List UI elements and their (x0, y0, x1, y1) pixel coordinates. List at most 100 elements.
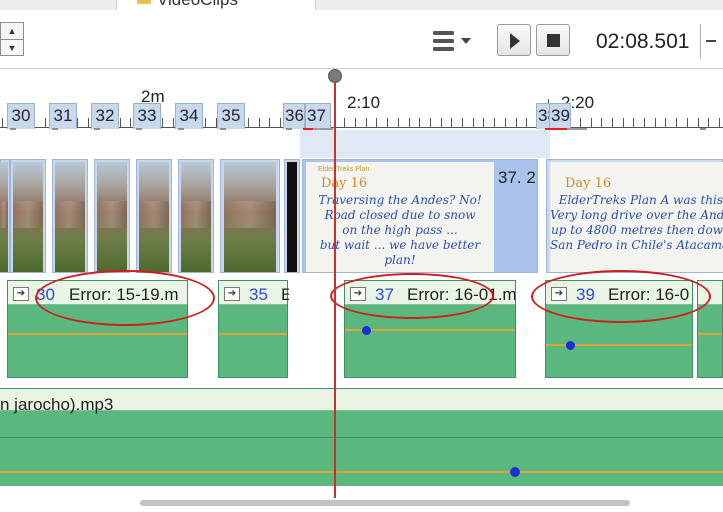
playhead-line (334, 78, 336, 498)
selected-region (300, 130, 550, 158)
minus-icon (706, 40, 716, 42)
overlay-clip-30[interactable]: ➔ 30 Error: 15-19.m (7, 280, 188, 378)
ruler-tick (77, 118, 78, 127)
ruler-tick (259, 118, 260, 127)
top-strip (0, 0, 723, 10)
play-icon (510, 33, 520, 49)
zoom-spinner[interactable]: ▲ ▼ (0, 22, 24, 56)
folder-label: VideoClips (157, 0, 238, 10)
audio-file-label: n jarocho).mp3 (0, 395, 114, 414)
stop-icon (547, 34, 560, 47)
ruler-tick (644, 118, 645, 127)
volume-keyframe[interactable] (362, 326, 371, 335)
playhead-handle[interactable] (328, 69, 342, 83)
ruler-tick (494, 118, 495, 127)
ruler-tick (441, 118, 442, 127)
ruler-tick (130, 118, 131, 127)
marker-30[interactable]: 30 (7, 103, 35, 129)
clip-error-label: Error: 16-01.m (407, 285, 515, 304)
slide-line: San Pedro in Chile's Atacama De (550, 238, 723, 252)
chevron-down-icon (461, 38, 471, 44)
ruler-tick (451, 118, 452, 127)
ruler-tick (366, 118, 367, 127)
ruler-tick (612, 118, 613, 127)
horizontal-scrollbar[interactable] (0, 497, 723, 512)
slide-line: up to 4800 metres then dow (551, 223, 723, 237)
link-icon[interactable]: ➔ (224, 287, 240, 301)
clip-number: 35 (249, 285, 268, 304)
volume-keyframe[interactable] (566, 341, 575, 350)
audio-track[interactable]: n jarocho).mp3 (0, 388, 723, 486)
volume-line (219, 333, 287, 335)
slide-thumbnail: Day 16 ElderTreks Plan A was this Very l… (550, 162, 723, 272)
marker-35[interactable]: 35 (217, 103, 245, 129)
clip-thumbnail (287, 162, 297, 272)
clip-thumbnail (224, 162, 276, 272)
overlay-clip-39[interactable]: ➔ 39 Error: 16-0 (545, 280, 693, 378)
stop-button[interactable] (536, 24, 570, 56)
spin-up-button[interactable]: ▲ (1, 23, 23, 39)
ruler-tick (398, 118, 399, 127)
time-readout: 02:08.501 (596, 30, 690, 53)
marker-34[interactable]: 34 (175, 103, 203, 129)
marker-37[interactable]: 37 (305, 103, 331, 129)
slide-brand: Elder Treks Plan (318, 166, 370, 173)
ruler-tick (2, 118, 3, 127)
ruler-tick (248, 118, 249, 127)
clip-thumbnail (0, 162, 8, 272)
marker-32[interactable]: 32 (91, 103, 119, 129)
scrollbar-thumb[interactable] (140, 500, 630, 506)
folder-tab[interactable]: VideoClips (116, 0, 316, 10)
spin-down-button[interactable]: ▼ (1, 39, 23, 55)
clip-thumbnail (13, 162, 43, 272)
play-button[interactable] (497, 24, 531, 56)
ruler-tick (419, 118, 420, 127)
ruler-tick (45, 118, 46, 127)
marker-31[interactable]: 31 (49, 103, 77, 129)
marker-33[interactable]: 33 (133, 103, 161, 129)
clip-number: 39 (576, 285, 595, 304)
clip-thumbnail (139, 162, 169, 272)
clip-thumbnail (55, 162, 85, 272)
folder-icon (137, 0, 151, 4)
clip-length-label: 37. 2 (498, 168, 536, 187)
marker-36[interactable]: 36 (283, 103, 305, 129)
ruler-tick (376, 118, 377, 127)
clip-error-label: Error: 15-19.m (69, 285, 179, 304)
ruler-tick (173, 118, 174, 127)
volume-keyframe[interactable] (510, 467, 520, 477)
volume-line (0, 471, 723, 473)
ruler-tick (162, 118, 163, 127)
hamburger-icon (433, 31, 454, 55)
ruler-tick (687, 118, 688, 127)
ruler-tick (665, 118, 666, 127)
clip-number: 37 (375, 285, 394, 304)
ruler-tick (676, 118, 677, 127)
clip-header (698, 281, 722, 305)
ruler-tick (205, 118, 206, 127)
clip-error-label: Error: 16-0 (608, 285, 690, 304)
slide-line: ElderTreks Plan A was this (558, 193, 723, 207)
ruler-tick (473, 118, 474, 127)
overlay-clip[interactable] (697, 280, 723, 378)
ruler-tick (387, 118, 388, 127)
ruler-tick (698, 118, 699, 127)
ruler-tick (462, 118, 463, 127)
link-icon[interactable]: ➔ (13, 287, 29, 301)
ruler-tick (591, 118, 592, 127)
slide-day: Day 16 (321, 176, 368, 191)
marker-39[interactable]: 39 (549, 103, 571, 129)
zoom-minus-button[interactable] (700, 24, 723, 58)
overlay-clip-37[interactable]: ➔ 37 Error: 16-01.m (344, 280, 516, 378)
link-icon[interactable]: ➔ (350, 287, 366, 301)
ruler-tick (120, 118, 121, 127)
volume-line (698, 333, 722, 335)
link-icon[interactable]: ➔ (551, 287, 567, 301)
ruler-tick (526, 118, 527, 127)
ruler-tick (580, 118, 581, 127)
marker-38[interactable]: 38 (536, 103, 550, 129)
menu-button[interactable] (428, 27, 476, 55)
overlay-clip-35[interactable]: ➔ 35 E (218, 280, 289, 378)
clip-error-label: E (281, 285, 289, 304)
ruler-tick (269, 118, 270, 127)
